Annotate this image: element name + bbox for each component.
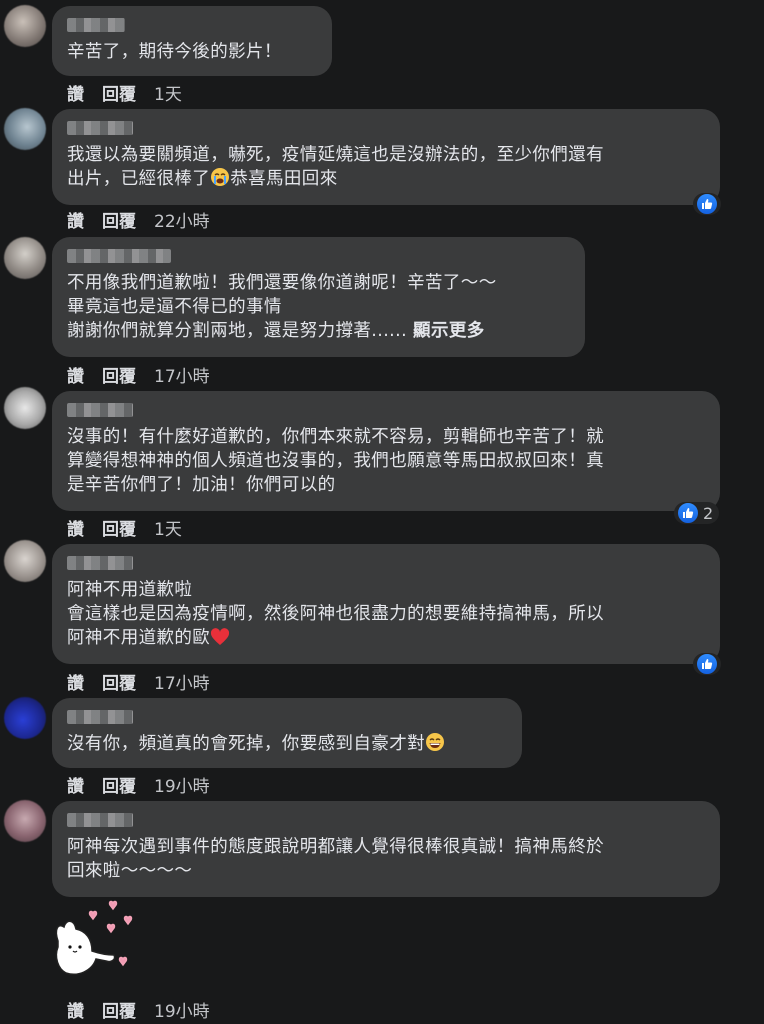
comment-bubble: 我還以為要關頻道，嚇死，疫情延燒這也是沒辦法的，至少你們還有 出片，已經很棒了恭… — [52, 109, 720, 205]
see-more-link[interactable]: 顯示更多 — [413, 321, 485, 341]
like-button[interactable]: 讚 — [67, 515, 84, 540]
like-button[interactable]: 讚 — [67, 997, 84, 1022]
avatar[interactable] — [4, 697, 46, 739]
comment-text: 我還以為要關頻道，嚇死，疫情延燒這也是沒辦法的，至少你們還有 出片，已經很棒了恭… — [67, 143, 706, 194]
avatar[interactable] — [4, 800, 46, 842]
commenter-name-redacted[interactable] — [67, 18, 125, 32]
grinning-face-emoji-icon — [425, 732, 445, 759]
avatar[interactable] — [4, 540, 46, 582]
reaction-badge[interactable] — [693, 193, 721, 215]
commenter-name-redacted[interactable] — [67, 556, 133, 570]
timestamp[interactable]: 19小時 — [154, 772, 210, 797]
comment-actions: 讚 回覆 19小時 — [67, 772, 210, 797]
reply-button[interactable]: 回覆 — [102, 997, 136, 1022]
comment-text: 沒事的！有什麼好道歉的，你們本來就不容易，剪輯師也辛苦了！就 算變得想神神的個人… — [67, 427, 604, 495]
reply-button[interactable]: 回覆 — [102, 207, 136, 232]
reaction-badge[interactable]: 2 — [674, 502, 720, 524]
like-button[interactable]: 讚 — [67, 772, 84, 797]
comment-bubble: 沒有你，頻道真的會死掉，你要感到自豪才對 — [52, 698, 522, 768]
thumbs-up-icon — [696, 653, 718, 675]
comment-text: 辛苦了，期待今後的影片！ — [67, 42, 282, 62]
comment-actions: 讚 回覆 17小時 — [67, 362, 210, 387]
timestamp[interactable]: 1天 — [154, 515, 182, 540]
reply-button[interactable]: 回覆 — [102, 772, 136, 797]
commenter-name-redacted[interactable] — [67, 249, 171, 263]
comment-text-main: 沒有你，頻道真的會死掉，你要感到自豪才對 — [67, 734, 425, 754]
comment-text: 沒有你，頻道真的會死掉，你要感到自豪才對 — [67, 732, 508, 759]
like-button[interactable]: 讚 — [67, 207, 84, 232]
reply-button[interactable]: 回覆 — [102, 515, 136, 540]
reaction-count: 2 — [703, 503, 714, 523]
avatar[interactable] — [4, 387, 46, 429]
commenter-name-redacted[interactable] — [67, 710, 133, 724]
bunny-hearts-sticker[interactable] — [50, 895, 150, 990]
commenter-name-redacted[interactable] — [67, 403, 133, 417]
like-button[interactable]: 讚 — [67, 80, 84, 105]
commenter-name-redacted[interactable] — [67, 121, 133, 135]
like-button[interactable]: 讚 — [67, 362, 84, 387]
avatar[interactable] — [4, 5, 46, 47]
timestamp[interactable]: 19小時 — [154, 997, 210, 1022]
timestamp[interactable]: 17小時 — [154, 362, 210, 387]
like-button[interactable]: 讚 — [67, 669, 84, 694]
comment-bubble: 辛苦了，期待今後的影片！ — [52, 6, 332, 76]
thumbs-up-icon — [677, 502, 699, 524]
timestamp[interactable]: 1天 — [154, 80, 182, 105]
comment-bubble: 阿神不用道歉啦 會這樣也是因為疫情啊，然後阿神也很盡力的想要維持搞神馬，所以 阿… — [52, 544, 720, 664]
avatar[interactable] — [4, 108, 46, 150]
timestamp[interactable]: 17小時 — [154, 669, 210, 694]
comment-bubble: 不用像我們道歉啦！我們還要像你道謝呢！辛苦了～～ 畢竟這也是逼不得已的事情 謝謝… — [52, 237, 585, 357]
comment-text-main: 阿神不用道歉啦 會這樣也是因為疫情啊，然後阿神也很盡力的想要維持搞神馬，所以 阿… — [67, 580, 604, 648]
red-heart-emoji-icon — [210, 628, 230, 653]
comment-text: 阿神不用道歉啦 會這樣也是因為疫情啊，然後阿神也很盡力的想要維持搞神馬，所以 阿… — [67, 578, 706, 653]
timestamp[interactable]: 22小時 — [154, 207, 210, 232]
comment-text-tail: 恭喜馬田回來 — [230, 169, 338, 189]
crying-face-emoji-icon — [210, 167, 230, 194]
reply-button[interactable]: 回覆 — [102, 80, 136, 105]
comment-text: 阿神每次遇到事件的態度跟說明都讓人覺得很棒很真誠！搞神馬終於 回來啦～～～～ — [67, 837, 604, 881]
comment-bubble: 阿神每次遇到事件的態度跟說明都讓人覺得很棒很真誠！搞神馬終於 回來啦～～～～ — [52, 801, 720, 897]
commenter-name-redacted[interactable] — [67, 813, 133, 827]
comment-actions: 讚 回覆 1天 — [67, 80, 182, 105]
comment-text: 不用像我們道歉啦！我們還要像你道謝呢！辛苦了～～ 畢竟這也是逼不得已的事情 謝謝… — [67, 271, 571, 343]
comment-actions: 讚 回覆 22小時 — [67, 207, 210, 232]
comment-bubble: 沒事的！有什麼好道歉的，你們本來就不容易，剪輯師也辛苦了！就 算變得想神神的個人… — [52, 391, 720, 511]
avatar[interactable] — [4, 237, 46, 279]
thumbs-up-icon — [696, 193, 718, 215]
comment-actions: 讚 回覆 17小時 — [67, 669, 210, 694]
reaction-badge[interactable] — [693, 653, 721, 675]
comment-actions: 讚 回覆 1天 — [67, 515, 182, 540]
comment-actions: 讚 回覆 19小時 — [67, 997, 210, 1022]
reply-button[interactable]: 回覆 — [102, 669, 136, 694]
reply-button[interactable]: 回覆 — [102, 362, 136, 387]
